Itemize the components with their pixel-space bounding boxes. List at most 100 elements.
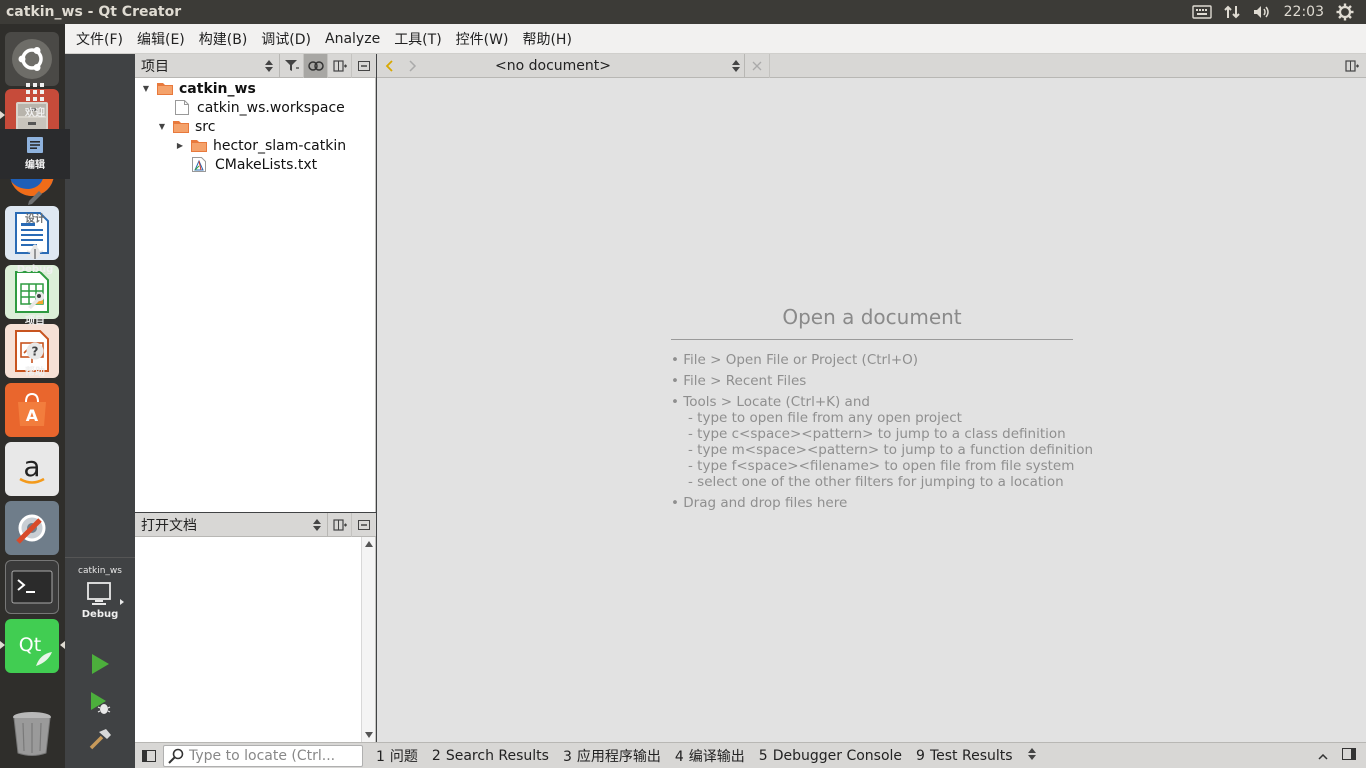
- go-back-button[interactable]: [377, 54, 401, 78]
- volume-icon[interactable]: [1252, 4, 1272, 20]
- tree-row-workspace[interactable]: catkin_ws.workspace: [175, 98, 345, 117]
- editor-area[interactable]: Open a document • File > Open File or Pr…: [377, 78, 1366, 742]
- hint-drag-drop: • Drag and drop files here: [671, 495, 848, 511]
- split-panel-button[interactable]: [328, 53, 352, 78]
- debug-run-icon: [91, 692, 111, 714]
- qt-logo-icon: Qt: [19, 634, 52, 666]
- launcher-running-pip: [0, 641, 5, 649]
- clock[interactable]: 22:03: [1284, 4, 1324, 20]
- menu-widgets[interactable]: 控件(W): [449, 29, 516, 49]
- kit-separator: [65, 557, 135, 558]
- tree-row-hector-slam[interactable]: ▶ hector_slam-catkin: [175, 136, 346, 155]
- mode-help[interactable]: ? 帮助: [0, 335, 70, 385]
- toggle-right-sidebar-button[interactable]: [1338, 747, 1366, 764]
- run-button[interactable]: [65, 647, 135, 681]
- tree-row-src[interactable]: ▼ src: [157, 117, 216, 136]
- updown-arrows-icon: [732, 59, 740, 72]
- mode-bar: [65, 54, 135, 742]
- editor-toolbar: <no document>: [377, 53, 1366, 78]
- keyboard-icon[interactable]: [1191, 5, 1212, 19]
- launcher-terminal[interactable]: [5, 560, 59, 614]
- mode-edit[interactable]: 编辑: [0, 129, 70, 179]
- document-selector[interactable]: <no document>: [455, 53, 745, 78]
- hint-sub-item: - type to open file from any open projec…: [688, 410, 962, 426]
- mode-debug[interactable]: Debug: [0, 234, 70, 284]
- kit-selector[interactable]: Debug: [65, 582, 135, 632]
- shopping-bag-icon: A: [18, 392, 46, 426]
- close-icon: [752, 61, 762, 70]
- open-document-heading: Open a document: [671, 305, 1073, 340]
- mode-design[interactable]: 设计: [0, 182, 70, 232]
- output-tab-compile-output[interactable]: 4 编译输出: [668, 746, 752, 766]
- projects-view-selector[interactable]: 项目: [135, 53, 280, 78]
- mode-welcome[interactable]: 欢迎: [0, 76, 70, 126]
- hint-locate: • Tools > Locate (Ctrl+K) and: [671, 394, 870, 410]
- document-selector-value: <no document>: [495, 57, 611, 74]
- tree-label: catkin_ws.workspace: [197, 99, 345, 116]
- mode-label: 欢迎: [25, 108, 45, 119]
- launcher-trash[interactable]: [5, 706, 59, 760]
- updown-arrows-icon: [1027, 747, 1036, 760]
- vertical-scrollbar[interactable]: [361, 537, 375, 742]
- locator-input[interactable]: Type to locate (Ctrl...: [163, 744, 363, 767]
- mode-label: 帮助: [25, 367, 45, 378]
- split-editor-button[interactable]: [1340, 54, 1364, 78]
- kit-build-config: Debug: [81, 609, 119, 620]
- split-panel-button[interactable]: [328, 512, 352, 537]
- svg-text:Qt: Qt: [19, 634, 41, 656]
- output-tab-search-results[interactable]: 2 Search Results: [425, 748, 556, 764]
- menu-help[interactable]: 帮助(H): [515, 29, 578, 49]
- menu-build[interactable]: 构建(B): [192, 29, 255, 49]
- system-tray: 22:03: [1191, 0, 1366, 24]
- build-button[interactable]: [65, 722, 135, 756]
- output-tab-issues[interactable]: 1 问题: [369, 746, 425, 766]
- menu-debug[interactable]: 调试(D): [254, 29, 318, 49]
- tree-label: CMakeLists.txt: [215, 156, 318, 173]
- launcher-amazon[interactable]: a: [5, 442, 59, 496]
- menubar: 文件(F) 编辑(E) 构建(B) 调试(D) Analyze 工具(T) 控件…: [65, 24, 1366, 54]
- debug-run-button[interactable]: [65, 686, 135, 720]
- kit-project-name: catkin_ws: [78, 566, 122, 576]
- go-forward-button[interactable]: [401, 54, 425, 78]
- sidebar-toggle-icon: [142, 749, 156, 762]
- more-tabs-button[interactable]: [1020, 747, 1044, 764]
- launcher-system-settings[interactable]: [5, 501, 59, 555]
- close-panel-button[interactable]: [352, 513, 376, 537]
- hammer-icon: [89, 729, 111, 750]
- output-tab-application-output[interactable]: 3 应用程序输出: [556, 746, 668, 766]
- expanded-arrow-icon[interactable]: ▼: [141, 84, 151, 94]
- launcher-software-center[interactable]: A: [5, 383, 59, 437]
- tree-row-root[interactable]: ▼ catkin_ws: [141, 79, 256, 98]
- mode-projects[interactable]: 项目: [0, 284, 70, 334]
- open-documents-view-selector[interactable]: 打开文档: [135, 512, 328, 537]
- scroll-down-icon[interactable]: [365, 732, 373, 738]
- document-icon: [27, 137, 43, 153]
- open-document-hint: Open a document • File > Open File or Pr…: [671, 305, 1094, 516]
- close-panel-button[interactable]: [352, 54, 376, 78]
- sync-link-button[interactable]: [304, 53, 328, 78]
- output-tab-test-results[interactable]: 9 Test Results: [909, 748, 1020, 764]
- maximize-output-button[interactable]: [1308, 748, 1338, 764]
- folder-icon: [157, 83, 173, 95]
- svg-text:?: ?: [32, 345, 39, 359]
- scroll-up-icon[interactable]: [365, 541, 373, 547]
- menu-edit[interactable]: 编辑(E): [130, 29, 192, 49]
- hint-sub-item: - type m<space><pattern> to jump to a fu…: [688, 442, 1094, 458]
- tree-row-cmakelists[interactable]: CMakeLists.txt: [192, 155, 317, 174]
- hint-sub-item: - select one of the other filters for ju…: [688, 474, 1064, 490]
- filter-button[interactable]: [280, 53, 304, 78]
- network-icon[interactable]: [1223, 4, 1240, 20]
- collapsed-arrow-icon[interactable]: ▶: [175, 141, 185, 151]
- open-documents-list[interactable]: [135, 537, 376, 742]
- close-panel-icon: [358, 60, 370, 71]
- expanded-arrow-icon[interactable]: ▼: [157, 122, 167, 132]
- close-document-button[interactable]: [745, 54, 769, 78]
- output-tab-debugger-console[interactable]: 5 Debugger Console: [752, 748, 909, 764]
- menu-file[interactable]: 文件(F): [69, 29, 130, 49]
- power-gear-icon[interactable]: [1336, 3, 1354, 21]
- menu-analyze[interactable]: Analyze: [318, 31, 387, 47]
- toggle-sidebar-button[interactable]: [135, 743, 163, 768]
- launcher-qt-creator[interactable]: Qt: [5, 619, 59, 673]
- menu-tools[interactable]: 工具(T): [387, 29, 448, 49]
- mode-label: 编辑: [25, 160, 45, 171]
